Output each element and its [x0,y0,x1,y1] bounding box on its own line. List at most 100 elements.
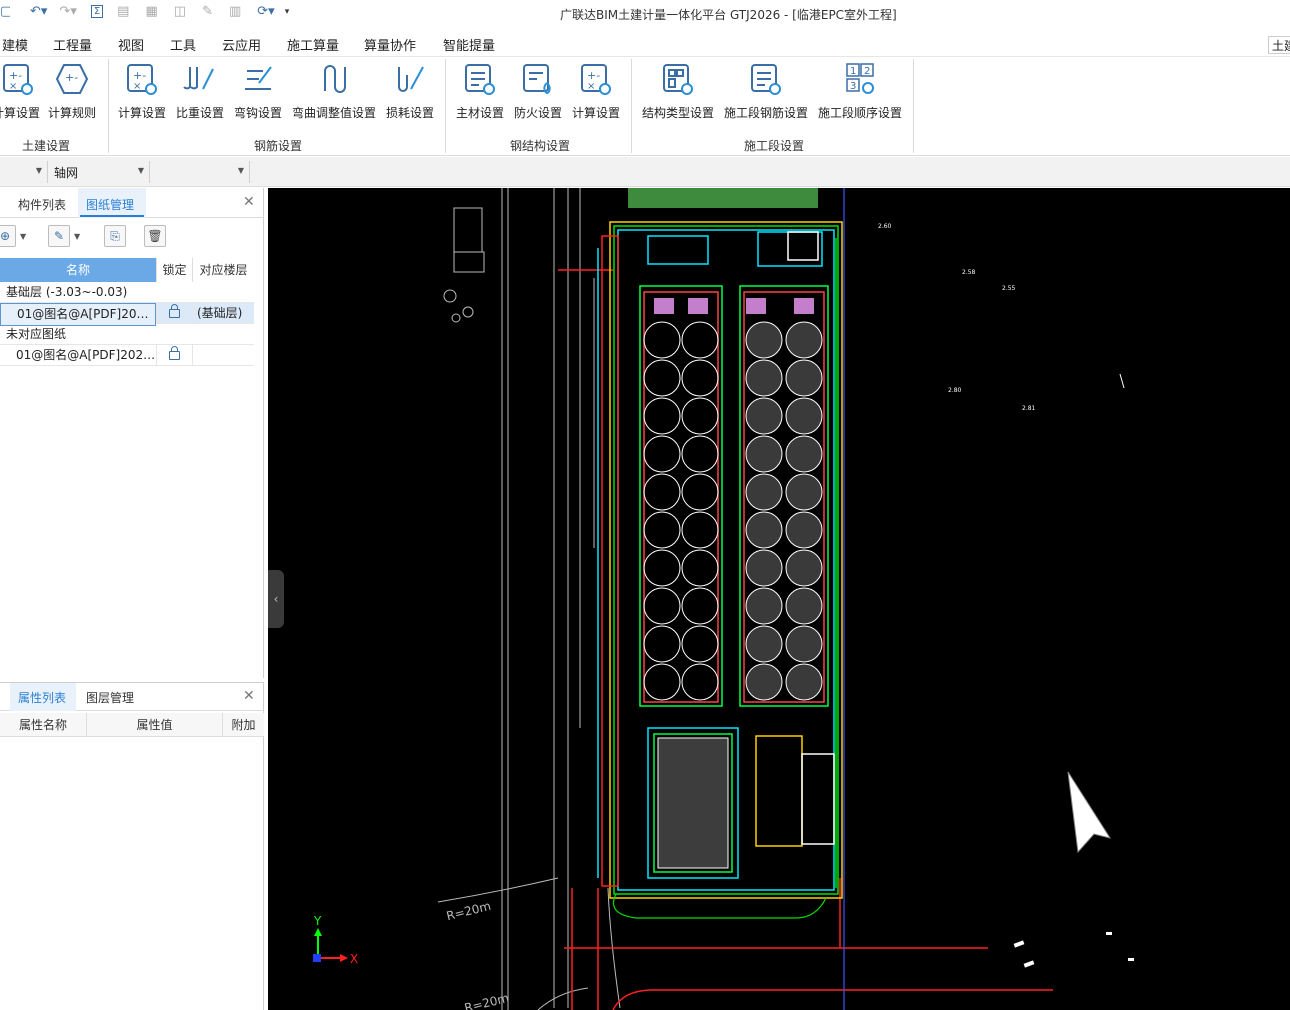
material-icon [465,64,495,95]
group-label-rebar: 钢筋设置 [254,139,303,153]
tab-drawing-management[interactable]: 图纸管理 [86,196,134,213]
component-type-dropdown[interactable]: 轴网 ▼ [48,161,150,183]
bend-icon [324,65,346,93]
loss-icon [398,66,424,92]
x-axis-label: X [350,952,359,966]
add-drawing-button[interactable]: ⊕ ▼ [0,224,26,248]
segment-order-settings-button[interactable]: 123 施工段顺序设置 [816,61,904,121]
copy-drawing-button[interactable]: ⎘ [104,224,126,248]
chevron-left-icon: ‹ [273,592,279,606]
menu-bar: 建模 工程量 视图 工具 云应用 施工算量 算量协作 智能提量 [0,30,1290,56]
y-axis-label: Y [314,914,322,928]
column-property-value[interactable]: 属性值 [86,713,222,737]
floor-dropdown[interactable]: ▼ [0,161,48,183]
edit-icon[interactable]: ✎ [202,4,213,19]
drawing-floor[interactable]: (基础层) [192,303,254,324]
property-table-header: 属性名称 属性值 附加 [0,713,264,737]
main-material-settings-button[interactable]: 主材设置 [455,61,505,121]
column-name[interactable]: 名称 [0,258,156,282]
menu-quantity[interactable]: 工程量 [53,35,92,54]
module-tab[interactable]: 土建 [1268,36,1290,54]
tab-property-list[interactable]: 属性列表 [18,689,66,706]
ribbon-separator [913,59,914,153]
chevron-down-icon[interactable]: ▼ [20,232,26,241]
drawing-canvas[interactable]: 2.60 2.58 2.55 2.80 2.81 Y X R=20m R=20m [268,188,1290,1010]
layer-icon[interactable]: ▥ [229,4,241,19]
structure-icon [663,64,693,95]
active-tab-indicator [80,215,144,217]
rules-icon: +- [55,64,89,94]
svg-text:3: 3 [850,81,856,92]
menu-cloud[interactable]: 云应用 [222,35,261,54]
hook-settings-button[interactable]: 弯钩设置 [233,61,283,121]
table-row[interactable]: 01@图名@A[PDF]2026... (基础层) [0,303,254,326]
customize-icon[interactable]: ▾ [285,7,290,17]
tab-component-list[interactable]: 构件列表 [18,196,66,213]
table-row-group[interactable]: 未对应图纸 [0,324,254,345]
svg-text:2.55: 2.55 [1002,285,1016,292]
menu-build[interactable]: 建模 [2,35,28,54]
menu-view[interactable]: 视图 [118,35,144,54]
lock-icon [169,346,180,360]
calc-settings-icon: +-× [581,64,611,95]
drawing-table-header: 名称 锁定 对应楼层 [0,258,254,282]
collapse-panel-handle[interactable]: ‹ [268,570,284,628]
ribbon-separator [631,59,632,153]
calc-settings-icon: +-× [3,64,33,95]
component-icon[interactable]: ◫ [174,4,186,19]
close-icon[interactable]: ✕ [243,688,255,704]
menu-smart-extract[interactable]: 智能提量 [443,35,495,54]
ucs-axis-icon [313,928,348,962]
refresh-icon[interactable]: ⟳▾ [257,4,274,19]
civil-calc-settings-button[interactable]: +-× 计算设置 [0,61,40,121]
table-row[interactable]: 01@图名@A[PDF]2026... [0,345,254,366]
drawing-name[interactable]: 01@图名@A[PDF]2026... [0,303,156,326]
chevron-down-icon[interactable]: ▼ [74,232,80,241]
loss-settings-button[interactable]: 损耗设置 [385,61,435,121]
report-icon[interactable]: ▤ [117,4,129,19]
weight-settings-button[interactable]: 比重设置 [175,61,225,121]
calc-rules-button[interactable]: +- 计算规则 [46,61,98,121]
edit-drawing-button[interactable]: ✎ ▼ [48,224,80,248]
svg-text:×: × [9,81,17,92]
quick-access-toolbar: ▢ ↶▾ ↷▾ Σ ▤ ▦ ◫ ✎ ▥ ⟳▾ ▾ [0,4,289,19]
menu-collaboration[interactable]: 算量协作 [364,35,416,54]
sum-icon[interactable]: Σ [90,5,104,18]
lock-toggle[interactable] [156,345,192,366]
drawing-management-panel: 构件列表 图纸管理 ✕ ⊕ ▼ ✎ ▼ ⎘ 🗑 名称 锁定 对应楼层 基础层 (-3… [0,188,264,678]
delete-drawing-button[interactable]: 🗑 [144,224,166,248]
edit-drawing-icon: ✎ [48,225,70,247]
ribbon: +-× 计算设置 +- 计算规则 土建设置 +-× 计算设置 比重设置 弯钩设置… [0,56,1290,156]
svg-text:2.58: 2.58 [962,269,976,276]
column-lock[interactable]: 锁定 [156,258,192,282]
bend-adjust-settings-button[interactable]: 弯曲调整值设置 [291,61,377,121]
rebar-calc-settings-button[interactable]: +- × 计算设置 [116,61,168,121]
menu-construction[interactable]: 施工算量 [287,35,339,54]
menu-tools[interactable]: 工具 [170,35,196,54]
column-property-name[interactable]: 属性名称 [0,713,86,737]
svg-text:×: × [133,81,141,92]
table-row-group[interactable]: 基础层 (-3.03~-0.03) [0,282,254,303]
panel-tabs: 构件列表 图纸管理 ✕ [0,188,264,218]
lock-icon [169,304,180,318]
fire-icon [523,64,551,95]
weight-icon [183,67,214,90]
save-icon[interactable]: ▢ [0,4,10,19]
calc-settings-icon: +-× [127,64,157,95]
drawing-name[interactable]: 01@图名@A[PDF]2026... [0,345,156,366]
fireproof-settings-button[interactable]: 防火设置 [513,61,563,121]
structure-type-settings-button[interactable]: 结构类型设置 [640,61,716,121]
component-dropdown[interactable]: ▼ [150,161,250,183]
tab-layer-management[interactable]: 图层管理 [86,689,134,706]
drawing-floor[interactable] [192,345,254,366]
column-floor[interactable]: 对应楼层 [192,258,254,282]
undo-icon[interactable]: ↶▾ [30,4,47,19]
column-property-extra[interactable]: 附加 [222,713,264,737]
steel-calc-settings-button[interactable]: +- × 计算设置 [571,61,621,121]
segment-rebar-settings-button[interactable]: 施工段钢筋设置 [722,61,810,121]
close-icon[interactable]: ✕ [243,194,255,210]
redo-icon[interactable]: ↷▾ [59,4,76,19]
lock-toggle[interactable] [156,303,192,324]
grid-icon[interactable]: ▦ [145,4,157,19]
segment-order-icon: 1 23 [846,63,874,94]
